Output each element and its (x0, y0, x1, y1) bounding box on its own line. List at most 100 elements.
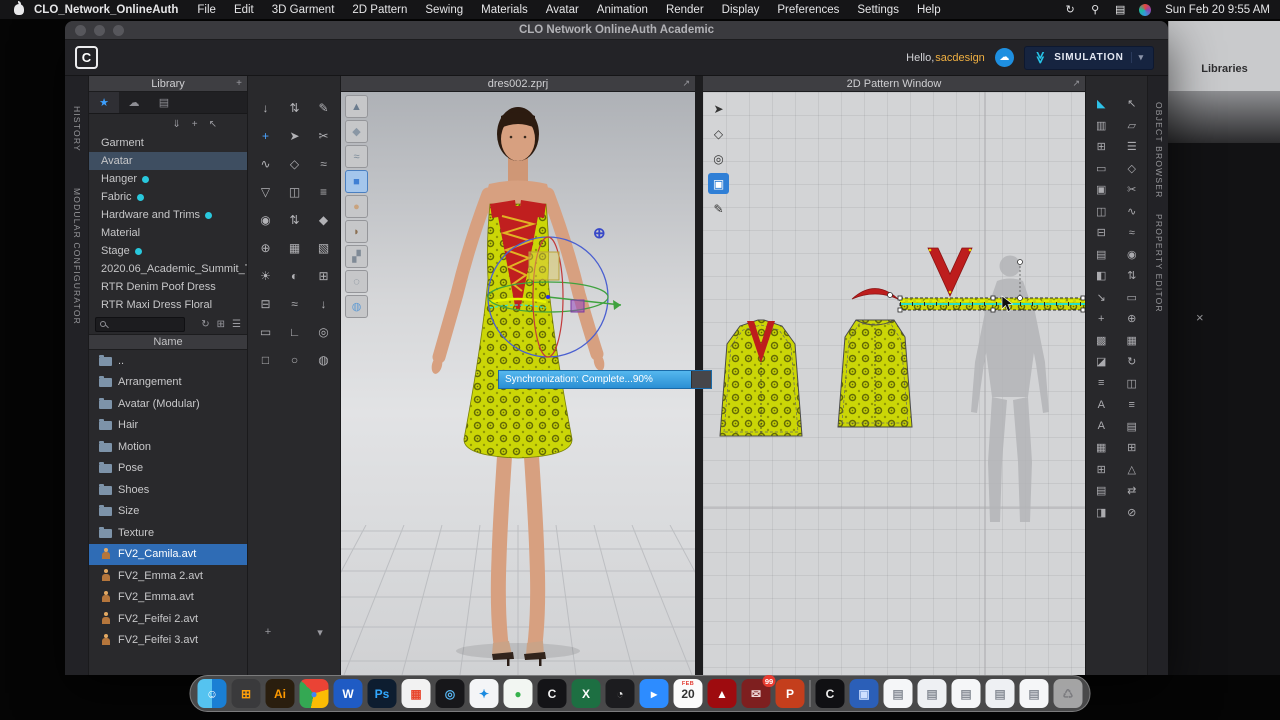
search-input[interactable] (95, 317, 185, 332)
tool-icon[interactable]: ⊟ (1090, 223, 1112, 242)
menubar-clock[interactable]: Sun Feb 20 9:55 AM (1165, 4, 1270, 16)
tool-icon[interactable]: ▦ (1121, 331, 1143, 350)
menubar-item[interactable]: Edit (225, 4, 263, 16)
tool-icon[interactable]: ▩ (1090, 331, 1112, 350)
name-column-header[interactable]: Name (89, 334, 247, 350)
clock-app-dock-icon[interactable]: ◔ (606, 679, 635, 708)
tool-icon[interactable]: ⊞ (1090, 137, 1112, 156)
menubar-item[interactable]: Render (657, 4, 713, 16)
snap-target-icon[interactable]: ⊕ (593, 224, 606, 242)
tool-icon[interactable]: ↘ (1090, 288, 1112, 307)
siri-icon[interactable] (1139, 4, 1151, 16)
library-file-row[interactable]: .. (89, 350, 247, 372)
tool-icon[interactable]: ⊞ (309, 262, 338, 290)
tool-icon[interactable]: ⇅ (280, 94, 309, 122)
acrobat-dock-icon[interactable]: ▲ (708, 679, 737, 708)
tool-icon[interactable]: ○ (280, 346, 309, 374)
edit-pattern-icon[interactable]: ◇ (708, 123, 729, 144)
tool-icon[interactable]: ◍ (309, 346, 338, 374)
menubar-item[interactable]: Materials (472, 4, 537, 16)
library-file-row[interactable]: Texture (89, 522, 247, 544)
library-file-row[interactable]: FV2_Emma 2.avt (89, 565, 247, 587)
tool-icon[interactable]: □ (251, 346, 280, 374)
tool-icon[interactable]: ◫ (1090, 202, 1112, 221)
tool-icon[interactable]: ≡ (1121, 395, 1143, 414)
tool-icon[interactable]: ◧ (1090, 266, 1112, 285)
tool-icon[interactable]: ▭ (1121, 288, 1143, 307)
menubar-item[interactable]: File (188, 4, 225, 16)
tool-icon[interactable]: ◫ (280, 178, 309, 206)
calculator-dock-icon[interactable]: ⊞ (232, 679, 261, 708)
menubar-item[interactable]: Avatar (537, 4, 588, 16)
tool-icon[interactable]: ≡ (309, 178, 338, 206)
library-item[interactable]: Hanger (89, 170, 247, 188)
tool-icon[interactable]: ↓ (309, 290, 338, 318)
text-tool-icon[interactable]: A (1090, 395, 1112, 414)
control-center-icon[interactable]: ▤ (1114, 3, 1126, 16)
show-environment-toggle[interactable]: ◍ (345, 295, 368, 318)
doc-window-dock-icon[interactable]: ▤ (952, 679, 981, 708)
photoshop-dock-icon[interactable]: Ps (368, 679, 397, 708)
tool-icon[interactable]: ◉ (251, 206, 280, 234)
tool-icon[interactable]: ▤ (1090, 245, 1112, 264)
tool-icon[interactable]: ↖ (1121, 94, 1143, 113)
tool-icon[interactable]: ◇ (280, 150, 309, 178)
library-item[interactable]: Hardware and Trims (89, 206, 247, 224)
clo-window-dock-icon[interactable]: C (816, 679, 845, 708)
property-editor-tab[interactable]: PROPERTY EDITOR (1154, 214, 1164, 313)
tool-icon[interactable]: ≈ (1121, 223, 1143, 242)
sync-status-icon[interactable]: ↻ (1064, 3, 1076, 16)
apple-menu-icon[interactable] (14, 4, 24, 15)
doc-window-dock-icon[interactable]: ▤ (1020, 679, 1049, 708)
library-file-row[interactable]: Motion (89, 436, 247, 458)
tool-icon[interactable]: ↻ (1121, 352, 1143, 371)
tool-icon[interactable]: ◨ (1090, 503, 1112, 522)
menubar-item[interactable]: 3D Garment (263, 4, 344, 16)
library-file-row[interactable]: FV2_Feifei 2.avt (89, 608, 247, 630)
add-library-icon[interactable]: + (192, 119, 198, 130)
show-hair-toggle[interactable]: ◗ (345, 220, 368, 243)
camera-app-dock-icon[interactable]: ◎ (436, 679, 465, 708)
library-file-row[interactable]: Avatar (Modular) (89, 393, 247, 415)
show-pattern-toggle[interactable]: ◆ (345, 120, 368, 143)
show-seam-toggle[interactable]: ≈ (345, 145, 368, 168)
trash-dock-icon[interactable]: ♺ (1054, 679, 1083, 708)
office-dock-icon[interactable]: ▦ (402, 679, 431, 708)
clo-logo[interactable]: C (75, 46, 98, 69)
doc-window-dock-icon[interactable]: ▤ (918, 679, 947, 708)
tool-icon[interactable]: ◆ (309, 206, 338, 234)
tool-icon[interactable]: ▥ (1090, 116, 1112, 135)
pattern-2d-header[interactable]: 2D Pattern Window ↗ (703, 76, 1085, 92)
safari-dock-icon[interactable]: ✦ (470, 679, 499, 708)
window-titlebar[interactable]: CLO Network OnlineAuth Academic (65, 21, 1168, 40)
menubar-item[interactable]: Sewing (416, 4, 472, 16)
add-point-icon[interactable]: ◎ (708, 148, 729, 169)
library-item[interactable]: RTR Denim Poof Dress (89, 278, 247, 296)
tool-icon[interactable]: ◪ (1090, 352, 1112, 371)
cloud-sync-icon[interactable]: ☁ (995, 48, 1014, 67)
pattern-pieces[interactable] (703, 92, 1085, 675)
library-file-row[interactable]: FV2_Feifei 3.avt (89, 630, 247, 652)
tool-icon[interactable]: ▤ (1090, 481, 1112, 500)
library-file-row[interactable]: Shoes (89, 479, 247, 501)
calendar-dock-icon[interactable]: FEB 20 (674, 679, 703, 708)
tool-icon[interactable]: ⇄ (1121, 481, 1143, 500)
library-file-row[interactable]: Hair (89, 415, 247, 437)
library-file-row[interactable]: FV2_Camila.avt (89, 544, 247, 566)
tool-icon[interactable]: ➤ (280, 122, 309, 150)
tool-icon[interactable]: ◐ (280, 262, 309, 290)
cloud-tab[interactable]: ☁ (119, 92, 149, 113)
text-size-icon[interactable]: A (1090, 417, 1112, 436)
transform-gizmo[interactable] (453, 222, 643, 372)
canvas-2d[interactable]: ➤◇◎▣✎ (703, 92, 1085, 675)
tool-icon[interactable]: △ (1121, 460, 1143, 479)
tool-icon[interactable]: ☀ (251, 262, 280, 290)
tool-icon[interactable]: ≡ (1090, 374, 1112, 393)
spotlight-search-icon[interactable]: ⚲ (1089, 3, 1101, 16)
simulation-caret-icon[interactable]: ▾ (1131, 52, 1144, 63)
tool-icon[interactable]: ▣ (1090, 180, 1112, 199)
menubar-item[interactable]: Preferences (768, 4, 848, 16)
transform-pattern-icon[interactable]: ➤ (708, 98, 729, 119)
tool-icon[interactable]: ▱ (1121, 116, 1143, 135)
illustrator-dock-icon[interactable]: Ai (266, 679, 295, 708)
